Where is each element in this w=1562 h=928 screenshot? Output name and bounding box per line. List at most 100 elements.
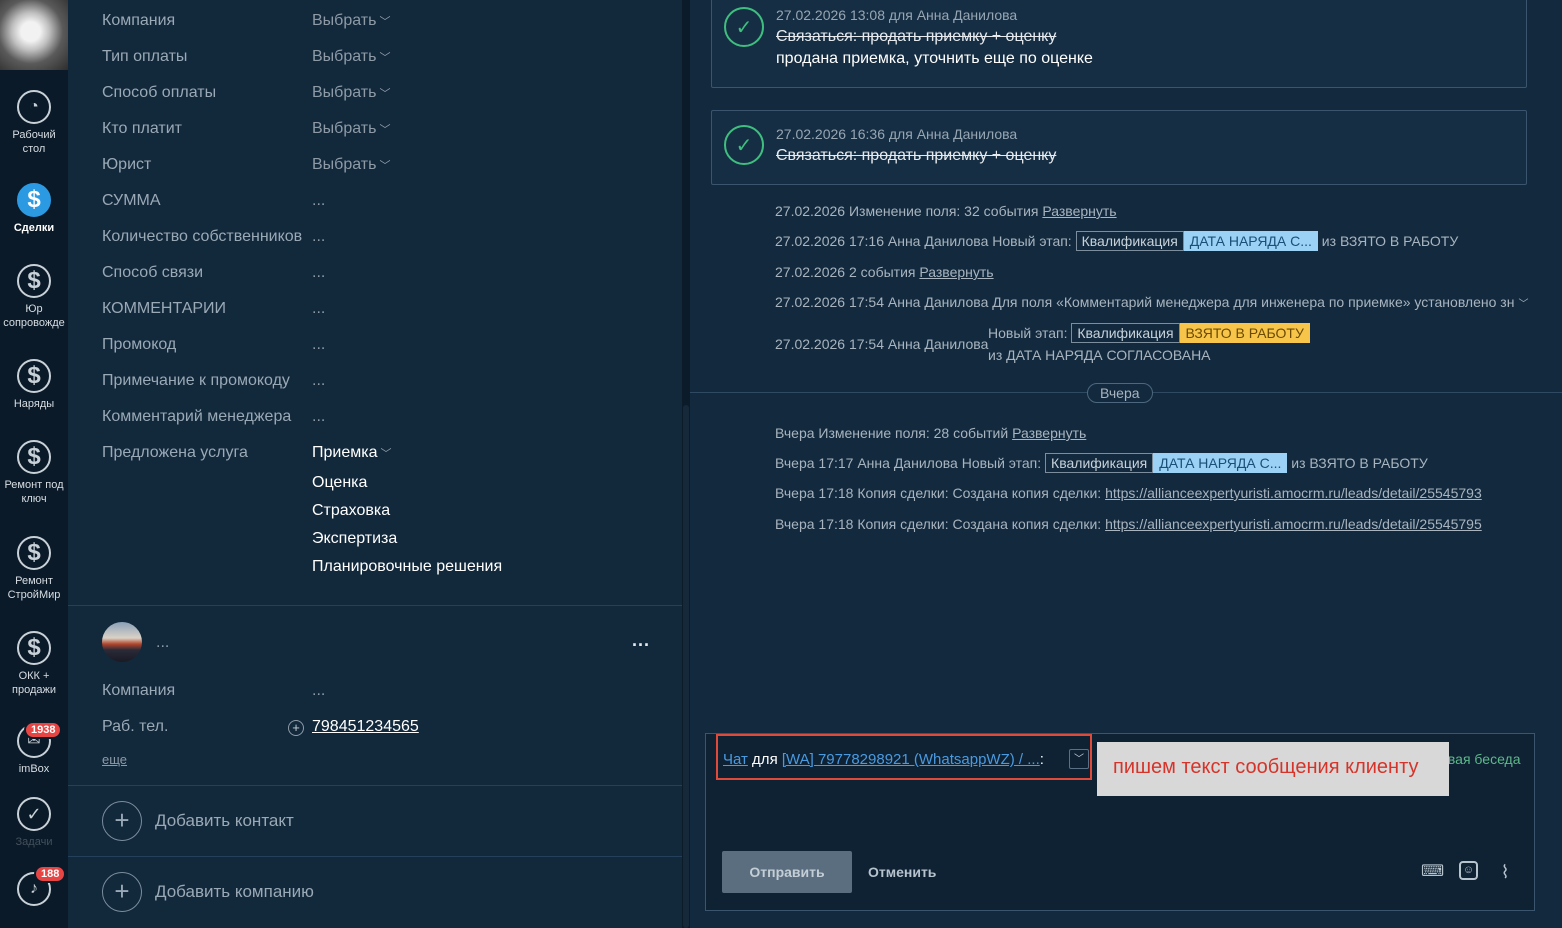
add-company-button[interactable]: Добавить компанию <box>155 882 314 902</box>
service-option[interactable]: Планировочные решения <box>312 558 502 576</box>
nav-orders[interactable]: $ Наряды <box>0 359 68 411</box>
lead-link[interactable]: https://allianceexpertyuristi.amocrm.ru/… <box>1105 516 1482 532</box>
select-payment-type[interactable]: Выбрать ﹀ <box>312 48 390 66</box>
field-comments: КОММЕНТАРИИ... <box>102 300 326 318</box>
recipient-dropdown-button[interactable]: ﹀ <box>1069 749 1089 769</box>
field-lawyer: Юрист Выбрать ﹀ <box>102 156 391 174</box>
feed-event: Вчера 17:17 Анна Данилова Новый этап: Кв… <box>775 453 1428 473</box>
add-company-icon[interactable]: + <box>102 872 142 912</box>
divider <box>68 785 682 786</box>
contact-name[interactable]: ... <box>156 634 169 652</box>
activity-feed: ✓ 27.02.2026 13:08 для Анна Данилова Свя… <box>690 0 1562 928</box>
service-option[interactable]: Страховка <box>312 502 390 520</box>
feed-event-time: 27.02.2026 17:54 Анна Данилова <box>775 336 989 352</box>
contact-phone-row: Раб. тел. + 798451234565 <box>102 718 419 736</box>
imbox-badge: 1938 <box>24 721 63 739</box>
message-hint-overlay: пишем текст сообщения клиенту <box>1097 742 1449 796</box>
keyboard-icon[interactable]: ⌨ <box>1421 861 1444 883</box>
chevron-down-icon: ﹀ <box>379 52 391 64</box>
contact-phone-link[interactable]: 798451234565 <box>312 718 419 736</box>
contact-more-menu[interactable]: ... <box>632 630 650 651</box>
add-phone-icon[interactable]: + <box>288 720 304 736</box>
select-company[interactable]: Выбрать ﹀ <box>312 12 390 30</box>
feed-event: Вчера 17:18 Копия сделки: Создана копия … <box>775 516 1482 532</box>
feed-event-from: из ДАТА НАРЯДА СОГЛАСОВАНА <box>988 347 1211 363</box>
field-owners-count: Количество собственников... <box>102 228 326 246</box>
contact-avatar[interactable] <box>102 622 142 662</box>
field-payment-type: Тип оплаты Выбрать ﹀ <box>102 48 391 66</box>
feed-event: Вчера Изменение поля: 28 событий Разверн… <box>775 425 1087 441</box>
nav-tasks[interactable]: ✓ Задачи <box>0 797 68 849</box>
dollar-icon: $ <box>17 631 51 665</box>
stage-tag: Квалификация <box>1045 453 1154 473</box>
input-sum[interactable]: ... <box>312 192 325 210</box>
select-payment-method[interactable]: Выбрать ﹀ <box>312 84 390 102</box>
nav-dashboard[interactable]: ◔ Рабочий стол <box>0 90 68 156</box>
nav-legal[interactable]: $ Юр сопровожде <box>0 264 68 330</box>
sticker-icon[interactable]: ☺ <box>1459 861 1478 880</box>
field-company: Компания Выбрать ﹀ <box>102 12 391 30</box>
select-payer[interactable]: Выбрать ﹀ <box>312 120 390 138</box>
feed-event: 27.02.2026 2 события Развернуть <box>775 264 994 280</box>
dashboard-icon: ◔ <box>17 90 51 124</box>
chevron-down-icon: ﹀ <box>379 16 391 28</box>
stage-tag: ДАТА НАРЯДА С... <box>1183 231 1318 251</box>
expand-link[interactable]: Развернуть <box>1042 203 1116 219</box>
add-contact-icon[interactable]: + <box>102 801 142 841</box>
expand-link[interactable]: Развернуть <box>1012 425 1086 441</box>
field-offered-service: Предложена услуга Приемка ﹀ <box>102 444 392 462</box>
check-circle-icon[interactable]: ✓ <box>724 125 764 165</box>
cancel-button[interactable]: Отменить <box>868 864 936 880</box>
nav-deals[interactable]: $ Сделки <box>0 183 68 235</box>
lead-fields-panel: Компания Выбрать ﹀ Тип оплаты Выбрать ﹀ Спос… <box>68 0 682 928</box>
feed-event: Вчера 17:18 Копия сделки: Создана копия … <box>775 485 1482 501</box>
input-contact-method[interactable]: ... <box>312 264 325 282</box>
chevron-down-icon: ﹀ <box>379 160 391 172</box>
main-nav: ◔ Рабочий стол $ Сделки $ Юр сопровожде … <box>0 0 68 928</box>
field-promocode-note: Примечание к промокоду... <box>102 372 326 390</box>
divider <box>68 856 682 857</box>
field-sum: СУММА... <box>102 192 326 210</box>
chat-recipient-box: Чат для [WA] 79778298921 (WhatsappWZ) / … <box>716 734 1092 780</box>
input-owners-count[interactable]: ... <box>312 228 325 246</box>
nav-okk[interactable]: $ ОКК + продажи <box>0 631 68 697</box>
scrollbar-thumb[interactable] <box>683 405 689 928</box>
chevron-down-icon: ﹀ <box>379 88 391 100</box>
send-button[interactable]: Отправить <box>722 851 852 893</box>
chevron-down-icon[interactable]: ﹀ <box>1518 299 1528 310</box>
input-promocode-note[interactable]: ... <box>312 372 325 390</box>
user-avatar[interactable] <box>0 0 68 70</box>
panel-scrollbar[interactable] <box>682 0 690 928</box>
nav-turnkey[interactable]: $ Ремонт под ключ <box>0 440 68 506</box>
task-card: ✓ 27.02.2026 13:08 для Анна Данилова Свя… <box>711 0 1527 88</box>
check-icon: ✓ <box>17 797 51 831</box>
input-comments[interactable]: ... <box>312 300 325 318</box>
add-contact-button[interactable]: Добавить контакт <box>155 811 294 831</box>
field-payer: Кто платит Выбрать ﹀ <box>102 120 391 138</box>
nav-stroymir[interactable]: $ Ремонт СтройМир <box>0 536 68 602</box>
input-promocode[interactable]: ... <box>312 336 325 354</box>
paperclip-icon[interactable]: ⌇ <box>1494 861 1516 883</box>
stage-tag: ВЗЯТО В РАБОТУ <box>1179 323 1310 343</box>
check-circle-icon[interactable]: ✓ <box>724 7 764 47</box>
expand-link[interactable]: Развернуть <box>919 264 993 280</box>
chat-recipient-link[interactable]: [WA] 79778298921 (WhatsappWZ) / ... <box>782 751 1040 768</box>
select-lawyer[interactable]: Выбрать ﹀ <box>312 156 390 174</box>
dollar-icon: $ <box>17 536 51 570</box>
contact-company-input[interactable]: ... <box>312 682 325 700</box>
select-offered-service[interactable]: Приемка ﹀ <box>312 444 391 462</box>
dollar-icon: $ <box>17 264 51 298</box>
chevron-down-icon: ﹀ <box>380 448 392 460</box>
date-divider: Вчера <box>1087 383 1153 403</box>
dollar-icon: $ <box>17 359 51 393</box>
input-manager-comment[interactable]: ... <box>312 408 325 426</box>
dollar-icon: $ <box>17 183 51 217</box>
more-fields-link[interactable]: еще <box>102 752 127 767</box>
service-option[interactable]: Оценка <box>312 474 367 492</box>
chevron-down-icon: ﹀ <box>379 124 391 136</box>
feed-event: 27.02.2026 17:54 Анна Данилова Для поля … <box>775 294 1529 310</box>
service-option[interactable]: Экспертиза <box>312 530 397 548</box>
lead-link[interactable]: https://allianceexpertyuristi.amocrm.ru/… <box>1105 485 1482 501</box>
chat-type-link[interactable]: Чат <box>723 751 748 768</box>
feed-event: 27.02.2026 17:16 Анна Данилова Новый эта… <box>775 231 1459 251</box>
